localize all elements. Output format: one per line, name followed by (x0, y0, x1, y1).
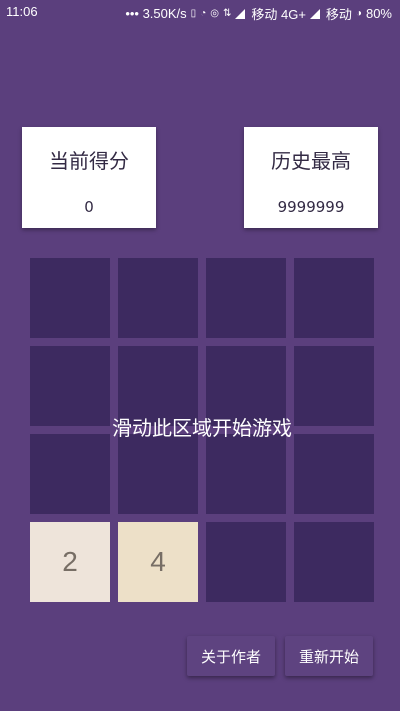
signal-icon (235, 8, 246, 19)
status-bar: 11:06 ••• 3.50K/s ▯ ◔ ◎ ⇅ 移动 4G+ 移动 ◑ 80… (0, 0, 400, 24)
empty-cell (206, 434, 286, 514)
hotspot-icon: ◎ (210, 8, 219, 19)
battery-level: 80% (365, 6, 392, 21)
current-score-card: 当前得分 0 (22, 127, 156, 228)
empty-cell (30, 258, 110, 338)
tile: 4 (118, 522, 198, 602)
best-score-value: 9999999 (277, 198, 345, 216)
empty-cell (118, 434, 198, 514)
tile: 2 (30, 522, 110, 602)
best-score-card: 历史最高 9999999 (244, 127, 378, 228)
signal-icon-2 (309, 8, 320, 19)
best-score-title: 历史最高 (271, 149, 351, 173)
current-score-title: 当前得分 (49, 149, 129, 173)
about-author-button[interactable]: 关于作者 (187, 636, 275, 676)
empty-cell (206, 346, 286, 426)
current-score-value: 0 (84, 198, 94, 216)
empty-cell (30, 346, 110, 426)
empty-cell (294, 346, 374, 426)
data-arrows-icon: ⇅ (222, 8, 232, 19)
empty-cell (294, 434, 374, 514)
battery-icon: ◑ (355, 8, 362, 19)
empty-cell (118, 258, 198, 338)
empty-cell (206, 522, 286, 602)
empty-cell (30, 434, 110, 514)
game-board[interactable]: 2 4 滑动此区域开始游戏 (30, 258, 374, 602)
empty-cell (294, 522, 374, 602)
carrier-1: 移动 4G+ (251, 7, 306, 22)
empty-cell (206, 258, 286, 338)
network-speed: ••• 3.50K/s (125, 6, 187, 21)
empty-cell (294, 258, 374, 338)
empty-cell (118, 346, 198, 426)
vibrate-icon: ▯ (190, 8, 197, 19)
carrier-2: 移动 (325, 7, 352, 22)
restart-button[interactable]: 重新开始 (285, 636, 373, 676)
status-time: 11:06 (6, 4, 38, 19)
alarm-icon: ◔ (200, 8, 207, 19)
status-indicators: ••• 3.50K/s ▯ ◔ ◎ ⇅ 移动 4G+ 移动 ◑ 80% (125, 4, 392, 23)
